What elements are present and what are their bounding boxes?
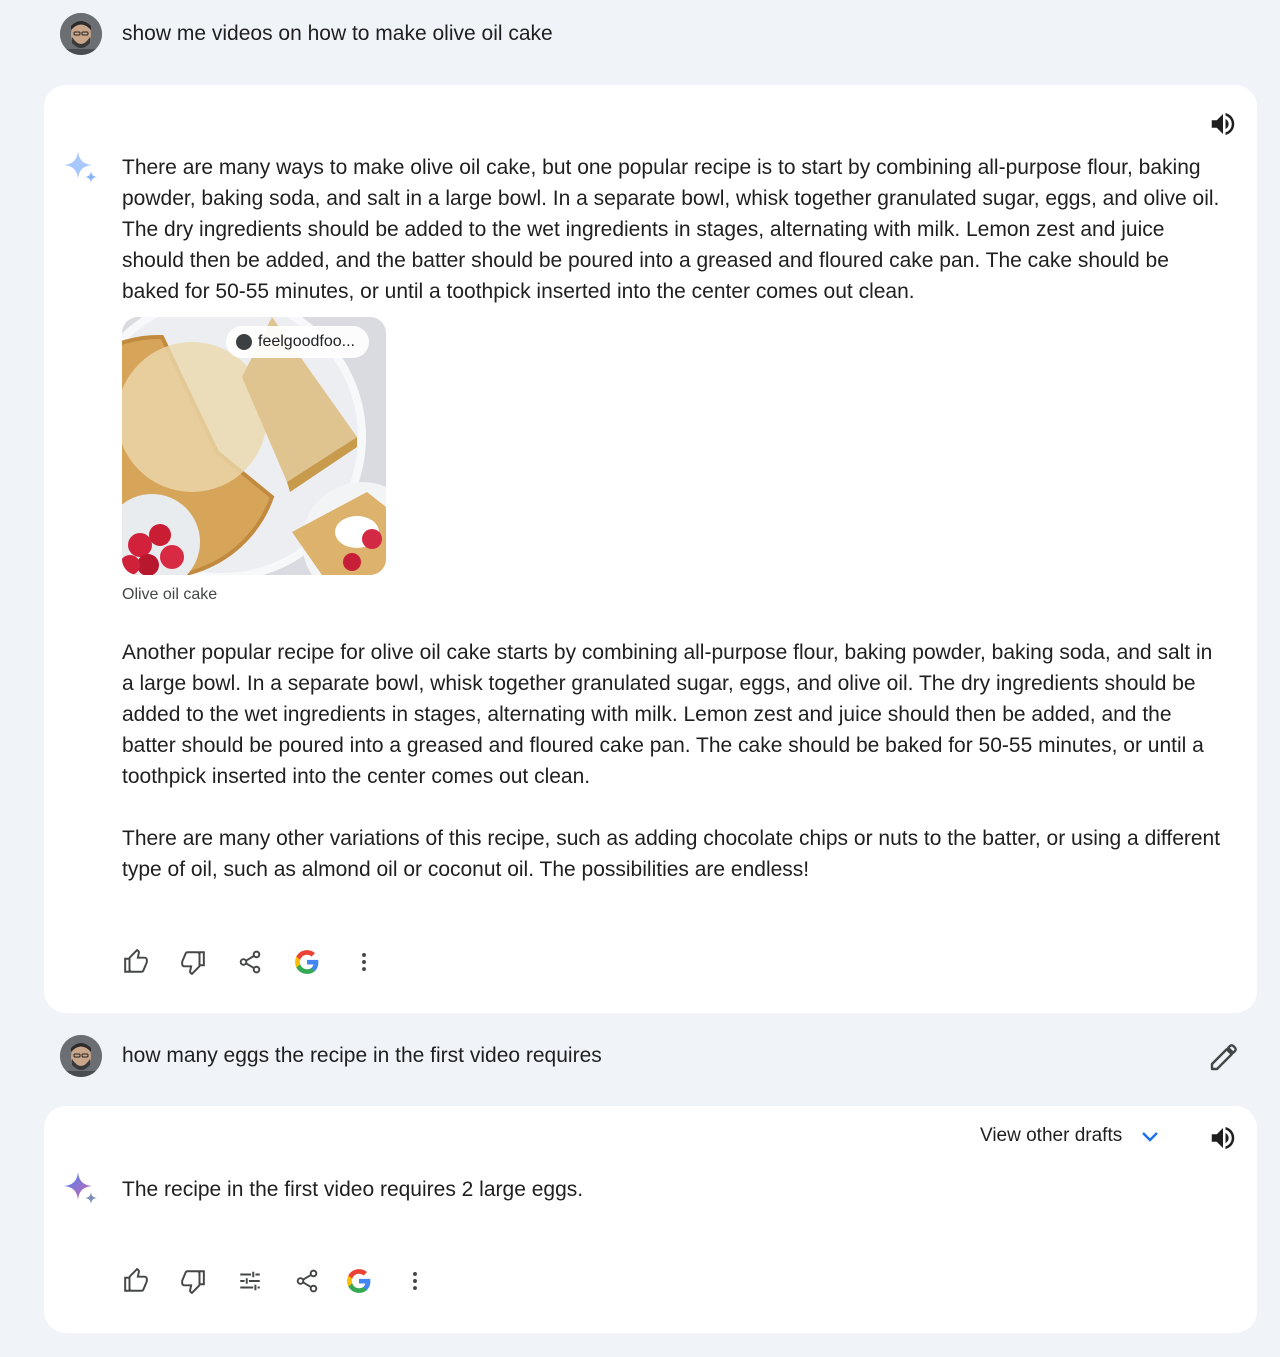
user-prompt-1: show me videos on how to make olive oil …	[60, 13, 1240, 55]
response-paragraph-1: There are many ways to make olive oil ca…	[122, 156, 1220, 303]
thumbs-up-icon[interactable]	[118, 944, 154, 980]
olive-oil-cake-image[interactable]: feelgoodfoo...	[122, 317, 386, 575]
response-actions-2	[118, 1263, 454, 1299]
response-paragraph-2: Another popular recipe for olive oil cak…	[122, 641, 1213, 788]
read-aloud-speaker-icon[interactable]	[1208, 1123, 1238, 1153]
user-prompt-2: how many eggs the recipe in the first vi…	[60, 1035, 1240, 1077]
share-icon[interactable]	[289, 1263, 325, 1299]
image-caption: Olive oil cake	[122, 586, 218, 603]
tune-icon[interactable]	[232, 1263, 268, 1299]
view-other-drafts-button[interactable]: View other drafts	[980, 1124, 1162, 1148]
google-icon[interactable]	[341, 1263, 377, 1299]
response-card-1: There are many ways to make olive oil ca…	[44, 85, 1257, 1013]
bard-spark-icon	[62, 1170, 100, 1208]
edit-prompt-pencil-icon[interactable]	[1208, 1041, 1240, 1073]
thumbs-down-icon[interactable]	[175, 1263, 211, 1299]
bard-spark-icon	[62, 149, 100, 187]
user-avatar	[60, 13, 102, 55]
source-favicon-icon	[236, 334, 252, 350]
thumbs-down-icon[interactable]	[175, 944, 211, 980]
response-paragraph-3: There are many other variations of this …	[122, 827, 1221, 881]
more-vert-icon[interactable]	[397, 1263, 433, 1299]
prompt-text: how many eggs the recipe in the first vi…	[122, 1044, 602, 1067]
view-drafts-label: View other drafts	[980, 1125, 1123, 1146]
more-vert-icon[interactable]	[346, 944, 382, 980]
prompt-text: show me videos on how to make olive oil …	[122, 22, 553, 45]
response-text: The recipe in the first video requires 2…	[122, 1178, 584, 1201]
share-icon[interactable]	[232, 944, 268, 980]
chevron-down-icon	[1142, 1132, 1159, 1142]
read-aloud-speaker-icon[interactable]	[1208, 109, 1238, 139]
response-card-2: View other drafts The recipe in the firs…	[44, 1106, 1257, 1333]
source-chip-label: feelgoodfoo...	[258, 333, 355, 350]
source-chip[interactable]: feelgoodfoo...	[226, 326, 369, 358]
response-actions-1	[118, 944, 403, 980]
google-icon[interactable]	[289, 944, 325, 980]
user-avatar	[60, 1035, 102, 1077]
thumbs-up-icon[interactable]	[118, 1263, 154, 1299]
